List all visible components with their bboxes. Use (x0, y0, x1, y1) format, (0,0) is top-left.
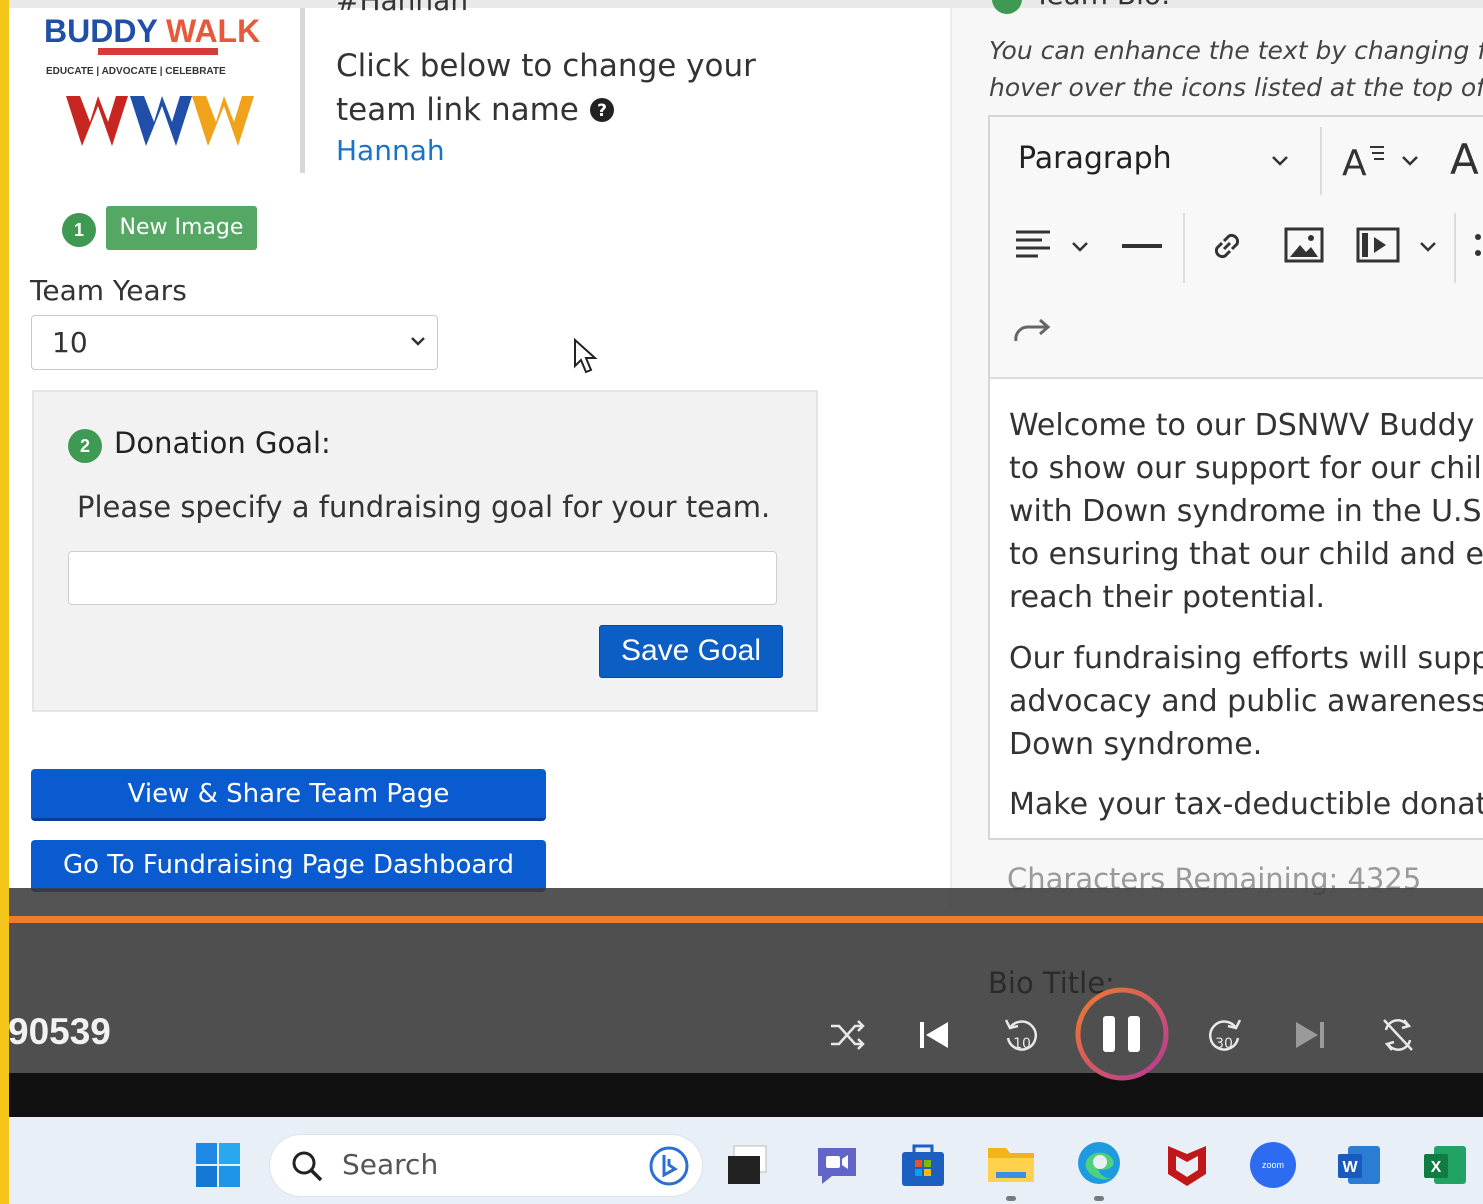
svg-text:W: W (1342, 1159, 1358, 1176)
windows-start-icon[interactable] (195, 1142, 241, 1188)
running-indicator (1006, 1196, 1016, 1201)
previous-icon[interactable] (916, 1016, 952, 1054)
logo-divider (300, 8, 305, 173)
edge-icon[interactable] (1074, 1138, 1124, 1188)
bio-line: Our fundraising efforts will suppor (1009, 641, 1483, 676)
top-strip (9, 0, 1483, 8)
team-years-select[interactable]: 10 (31, 315, 438, 370)
rewind-label: 10 (1013, 1036, 1031, 1052)
team-bio-heading: Team Bio: (1034, 0, 1170, 11)
bio-line: reach their potential. (1009, 580, 1325, 615)
team-link-description-text: Click below to change your team link nam… (336, 48, 756, 128)
donation-goal-description: Please specify a fundraising goal for yo… (77, 490, 771, 524)
font-icon[interactable]: A (1450, 135, 1479, 184)
chevron-down-icon[interactable] (1070, 239, 1090, 255)
taskbar-search[interactable]: Search (270, 1135, 702, 1196)
microsoft-store-icon[interactable] (898, 1140, 948, 1190)
player-overlay-top (9, 888, 1483, 916)
buddywalk-logo: BUDDY WALK EDUCATE | ADVOCATE | CELEBRAT… (44, 14, 260, 146)
toolbar-divider (1320, 127, 1322, 195)
block-format-select[interactable]: Paragraph (1018, 141, 1172, 176)
svg-text:WALK: WALK (166, 14, 260, 49)
repeat-off-icon[interactable] (1378, 1014, 1418, 1056)
redo-icon[interactable] (1012, 315, 1052, 345)
toolbar-divider (1454, 213, 1456, 283)
video-letterbox (9, 1073, 1483, 1117)
word-icon[interactable]: W (1334, 1140, 1384, 1190)
bio-hint-line-1: You can enhance the text by changing fon… (989, 36, 1483, 65)
chevron-down-icon (411, 337, 425, 346)
mouse-cursor-icon (574, 338, 598, 374)
playback-progress-bar[interactable] (9, 916, 1483, 923)
bio-editor[interactable]: Paragraph A A Welcome to our DSNWV Buddy… (988, 115, 1483, 840)
link-icon[interactable] (1208, 227, 1246, 265)
search-icon (292, 1151, 323, 1182)
bio-paragraph-3: Make your tax-deductible donation (1009, 783, 1483, 826)
svg-text:BUDDY: BUDDY (44, 14, 158, 49)
zoom-icon[interactable]: zoom (1248, 1140, 1298, 1190)
bio-line: Down syndrome. (1009, 727, 1263, 762)
task-view-icon[interactable] (724, 1140, 774, 1190)
next-icon[interactable] (1292, 1016, 1328, 1054)
bio-paragraph-2: Our fundraising efforts will suppor advo… (1009, 637, 1483, 766)
bio-line: Welcome to our DSNWV Buddy Wa (1009, 408, 1483, 443)
chevron-down-icon[interactable] (1270, 153, 1290, 169)
search-placeholder: Search (342, 1148, 439, 1181)
forward-label: 30 (1215, 1036, 1233, 1052)
editor-toolbar: Paragraph A A (990, 117, 1483, 379)
forward-30-icon[interactable]: 30 (1204, 1014, 1244, 1056)
mcafee-icon[interactable] (1162, 1140, 1212, 1190)
logo-tag: EDUCATE | ADVOCATE | CELEBRATE (46, 66, 226, 77)
rewind-10-icon[interactable]: 10 (1002, 1014, 1042, 1056)
bio-hint-line-2: hover over the icons listed at the top o… (989, 73, 1483, 102)
running-indicator (1094, 1196, 1104, 1201)
view-share-team-page-button[interactable]: View & Share Team Page (31, 769, 546, 821)
font-size-icon[interactable]: A (1342, 139, 1386, 183)
bio-line: with Down syndrome in the U.S. Ev (1009, 494, 1483, 529)
donation-goal-input[interactable] (68, 551, 777, 605)
save-goal-button[interactable]: Save Goal (599, 625, 783, 678)
bio-line: Make your tax-deductible donation (1009, 787, 1483, 822)
playback-time: 90539 (8, 1011, 111, 1052)
more-icon[interactable] (1474, 229, 1482, 263)
new-image-button[interactable]: New Image (106, 206, 257, 250)
horizontal-rule-icon[interactable] (1122, 243, 1162, 249)
media-icon[interactable] (1356, 227, 1400, 263)
svg-text:X: X (1431, 1159, 1442, 1176)
zoom-label: zoom (1262, 1160, 1284, 1170)
media-player (9, 923, 1483, 1073)
team-link-name[interactable]: Hannah (336, 134, 445, 167)
align-icon[interactable] (1014, 229, 1054, 263)
image-icon[interactable] (1284, 227, 1324, 263)
team-years-label: Team Years (30, 274, 187, 307)
bio-line: to ensuring that our child and ever (1009, 537, 1483, 572)
bio-paragraph-1: Welcome to our DSNWV Buddy Wa to show ou… (1009, 404, 1483, 619)
file-explorer-icon[interactable] (986, 1138, 1036, 1188)
pause-button[interactable] (1075, 986, 1169, 1082)
chevron-down-icon[interactable] (1400, 153, 1420, 169)
team-years-value: 10 (52, 326, 88, 359)
teams-chat-icon[interactable] (812, 1140, 862, 1190)
bio-line: advocacy and public awareness ini (1009, 684, 1483, 719)
donation-goal-title: Donation Goal: (114, 426, 331, 460)
svg-text:?: ? (597, 101, 607, 121)
step-1-badge: 1 (62, 213, 96, 247)
question-circle-icon[interactable]: ? (589, 97, 615, 123)
team-link-heading: #Hannah (336, 0, 469, 17)
bio-line: to show our support for our child a (1009, 451, 1483, 486)
team-link-description: Click below to change your team link nam… (336, 44, 806, 132)
shuffle-icon[interactable] (828, 1016, 866, 1054)
excel-icon[interactable]: X (1420, 1140, 1470, 1190)
bing-chat-icon[interactable] (648, 1145, 690, 1187)
toolbar-divider (1183, 213, 1185, 283)
bio-hint: You can enhance the text by changing fon… (989, 32, 1483, 106)
chevron-down-icon[interactable] (1418, 239, 1438, 255)
step-2-badge: 2 (68, 429, 102, 463)
fundraising-dashboard-button[interactable]: Go To Fundraising Page Dashboard (31, 840, 546, 892)
svg-text:A: A (1342, 143, 1367, 183)
